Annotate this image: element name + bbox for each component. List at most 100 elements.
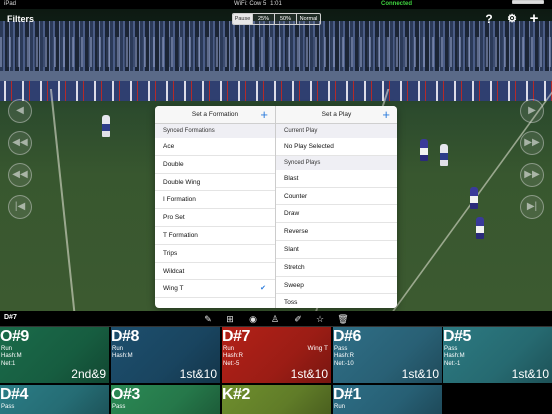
clip-tile[interactable]: D#5 Pass Hash:M Net:-1 1st&10: [443, 327, 552, 383]
clip-tile[interactable]: D#6 Pass Hash:R Net:-10 1st&10: [333, 327, 442, 383]
clip-type: Pass: [444, 346, 458, 352]
clip-net: Net:-5: [223, 361, 240, 367]
clip-number: D#4: [0, 386, 28, 403]
player: [470, 187, 478, 209]
clip-tile[interactable]: K#2: [222, 385, 331, 414]
formation-column: Set a Formation + Synced Formations Ace …: [155, 106, 276, 308]
sideline-players: [0, 81, 552, 101]
clip-list: O#9 Run Hash:M Net:1 2nd&9 D#8 Run Hash:…: [0, 327, 552, 414]
player: [102, 115, 110, 137]
formation-item-selected[interactable]: Wing T ✔: [155, 280, 275, 299]
yard-line: [49, 89, 77, 311]
clip-tile[interactable]: O#3 Pass: [111, 385, 220, 414]
clip-hash: Hash:R: [223, 353, 244, 359]
section-header: Synced Plays: [276, 155, 397, 170]
fast-forward-icon[interactable]: ▶▶: [520, 131, 544, 155]
clip-type: Pass: [112, 404, 126, 410]
help-button[interactable]: ?: [482, 12, 496, 26]
speed-25[interactable]: 25%: [253, 14, 275, 24]
clip-number: O#9: [0, 328, 29, 345]
speed-pause[interactable]: Pause: [233, 14, 253, 24]
clip-number: O#3: [111, 386, 140, 403]
step-forward-icon[interactable]: ▶: [520, 99, 544, 123]
play-header: Set a Play +: [276, 106, 397, 124]
formation-title: Set a Formation: [191, 111, 239, 118]
skip-back-icon[interactable]: |◀: [8, 195, 32, 219]
star-icon[interactable]: ☆: [314, 313, 326, 325]
player: [440, 144, 448, 166]
skip-forward-icon[interactable]: ▶|: [520, 195, 544, 219]
clip-type: Pass: [1, 404, 15, 410]
current-play-item[interactable]: No Play Selected: [276, 138, 397, 156]
add-play-button[interactable]: +: [382, 107, 390, 122]
clip-down-distance: 1st&10: [179, 367, 217, 381]
clip-toolbar: D#7 ✎ ⊞ ◉ ♙ ✐ ☆ 🗑: [0, 311, 552, 327]
clip-tile[interactable]: O#9 Run Hash:M Net:1 2nd&9: [0, 327, 109, 383]
filters-button[interactable]: Filters: [7, 14, 34, 24]
play-item[interactable]: Toss: [276, 294, 397, 308]
play-item[interactable]: Draw: [276, 205, 397, 224]
football-icon[interactable]: ◉: [247, 313, 259, 325]
play-item[interactable]: Counter: [276, 187, 397, 206]
fast-forward-fast-icon[interactable]: ▶▶: [520, 163, 544, 187]
play-item[interactable]: Slant: [276, 240, 397, 259]
clip-down-distance: 1st&10: [401, 367, 439, 381]
player: [420, 139, 428, 161]
fence: [0, 71, 552, 81]
play-item[interactable]: Blast: [276, 169, 397, 188]
clip-hash: Hash:M: [444, 353, 465, 359]
edit-icon[interactable]: ✎: [202, 313, 214, 325]
formation-item[interactable]: Double: [155, 155, 275, 174]
section-header: Synced Formations: [155, 124, 275, 138]
formation-item[interactable]: Trips: [155, 244, 275, 263]
clip-number: D#7: [222, 328, 250, 345]
trash-icon[interactable]: 🗑: [337, 313, 349, 325]
clip-type: Pass: [334, 346, 348, 352]
add-formation-button[interactable]: +: [260, 107, 268, 122]
formation-icon[interactable]: ⊞: [224, 313, 236, 325]
status-bar: iPad WiFi: Cow 5 1:01 AM Connected: [0, 0, 552, 16]
battery-icon: [512, 0, 544, 4]
clip-number: D#6: [333, 328, 361, 345]
formation-item[interactable]: Pro Set: [155, 209, 275, 227]
playback-speed-control[interactable]: Pause 25% 50% Normal: [232, 13, 321, 25]
clip-net: Net:-1: [444, 361, 461, 367]
players-icon[interactable]: ♙: [269, 313, 281, 325]
clip-down-distance: 1st&10: [511, 367, 549, 381]
clip-hash: Hash:R: [334, 353, 355, 359]
play-item[interactable]: Sweep: [276, 276, 397, 295]
clip-down-distance: 2nd&9: [71, 367, 106, 381]
top-bar: Filters Pause 25% 50% Normal ? ⚙ +: [0, 9, 552, 29]
formation-item[interactable]: Wildcat: [155, 262, 275, 281]
play-title: Set a Play: [321, 111, 352, 118]
step-back-icon[interactable]: ◀: [8, 99, 32, 123]
play-item[interactable]: Reverse: [276, 223, 397, 241]
clip-formation: Wing T: [307, 345, 328, 352]
formation-item[interactable]: Double Wing: [155, 173, 275, 192]
pencil-icon[interactable]: ✐: [292, 313, 304, 325]
rewind-icon[interactable]: ◀◀: [8, 131, 32, 155]
clip-number: D#1: [333, 386, 361, 403]
clip-net: Net:1: [1, 361, 16, 367]
wifi-label: WiFi: Cow 5: [234, 1, 267, 7]
clip-tile[interactable]: D#8 Run Hash:M 1st&10: [111, 327, 220, 383]
clip-down-distance: 1st&10: [290, 367, 328, 381]
device-label: iPad: [4, 1, 17, 7]
gear-icon[interactable]: ⚙: [505, 12, 519, 26]
clip-tile[interactable]: D#4 Pass: [0, 385, 109, 414]
clip-tile-selected[interactable]: D#7 Wing T Run Hash:R Net:-5 1st&10: [222, 327, 331, 383]
speed-50[interactable]: 50%: [275, 14, 297, 24]
section-header: Current Play: [276, 124, 397, 138]
formation-item[interactable]: Ace: [155, 138, 275, 156]
player: [476, 217, 484, 239]
formation-item[interactable]: I Formation: [155, 191, 275, 210]
speed-normal[interactable]: Normal: [297, 14, 320, 24]
add-button[interactable]: +: [527, 11, 541, 26]
rewind-fast-icon[interactable]: ◀◀: [8, 163, 32, 187]
formation-header: Set a Formation +: [155, 106, 275, 124]
formation-item[interactable]: T Formation: [155, 226, 275, 245]
clip-hash: Hash:M: [112, 353, 133, 359]
clip-tile[interactable]: D#1 Run: [333, 385, 442, 414]
play-item[interactable]: Stretch: [276, 258, 397, 277]
clip-type: Run: [223, 346, 235, 352]
